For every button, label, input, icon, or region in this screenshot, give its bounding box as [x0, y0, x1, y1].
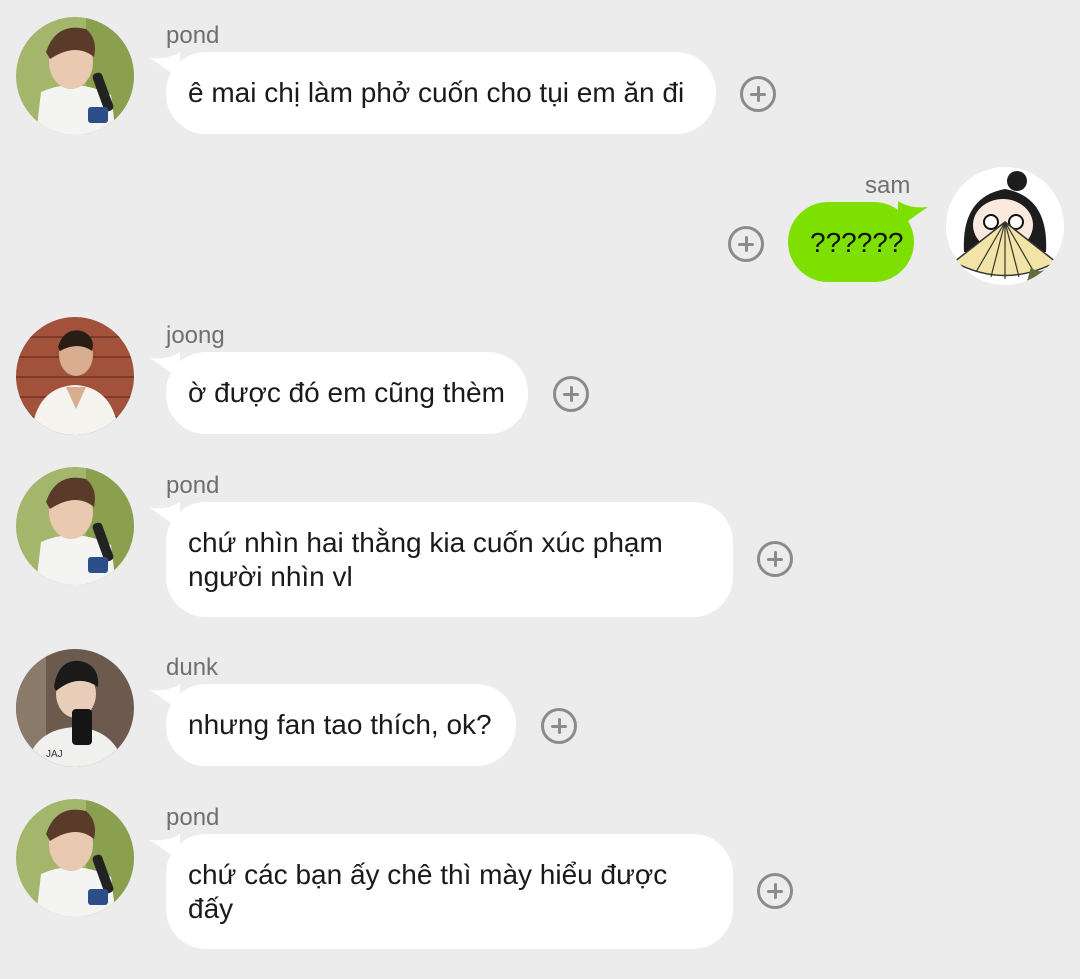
plus-circle-icon[interactable]	[757, 541, 793, 577]
plus-circle-icon[interactable]	[541, 708, 577, 744]
message-bubble[interactable]: chứ các bạn ấy chê thì mày hiểu được đấy	[166, 834, 733, 949]
pond-avatar[interactable]	[16, 17, 134, 135]
plus-circle-icon[interactable]	[757, 873, 793, 909]
sender-name: pond	[166, 804, 220, 831]
sender-name: pond	[166, 22, 220, 49]
message-bubble[interactable]: chứ nhìn hai thằng kia cuốn xúc phạm ngư…	[166, 502, 733, 617]
sender-name: dunk	[166, 654, 219, 681]
plus-circle-icon[interactable]	[553, 376, 589, 412]
chat-thread: pond ê mai chị làm phở cuốn cho tụi em ă…	[0, 0, 1080, 979]
joong-avatar[interactable]	[16, 317, 134, 435]
svg-text:JAJ: JAJ	[46, 749, 63, 760]
message-bubble[interactable]: nhưng fan tao thích, ok?	[166, 684, 516, 766]
sender-name: pond	[166, 472, 220, 499]
message-bubble[interactable]: ờ được đó em cũng thèm	[166, 352, 528, 434]
sam-avatar[interactable]	[946, 167, 1064, 285]
plus-circle-icon[interactable]	[728, 226, 764, 262]
sender-name: joong	[166, 322, 225, 349]
message-bubble[interactable]: ??????	[788, 202, 914, 282]
plus-circle-icon[interactable]	[740, 76, 776, 112]
pond-avatar[interactable]	[16, 799, 134, 917]
sender-name: sam	[865, 172, 911, 199]
pond-avatar[interactable]	[16, 467, 134, 585]
dunk-avatar[interactable]: JAJ	[16, 649, 134, 767]
message-bubble[interactable]: ê mai chị làm phở cuốn cho tụi em ăn đi	[166, 52, 716, 134]
